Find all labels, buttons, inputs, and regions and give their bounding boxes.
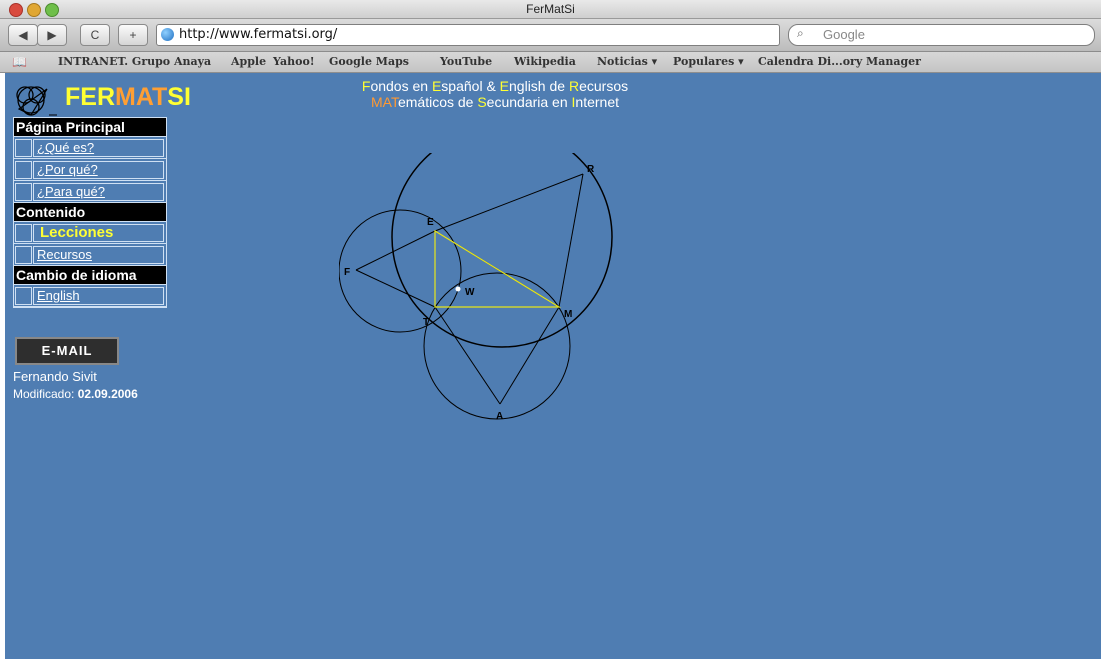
label-W: W [465,287,475,298]
headline-segment: E [431,78,442,94]
menu-link-para-que[interactable]: ¿Para qué? [33,183,164,201]
headline-segment: ecundaria en [486,94,572,110]
headline-segment: ecursos [579,78,629,94]
menu-row: ¿Por qué? [14,159,166,181]
headline-segment: ondos en [370,78,432,94]
logo-part-mat: MAT [115,83,168,111]
segment-MA [499,306,560,405]
menu-bullet [15,161,32,179]
circle-tma [423,272,571,420]
add-bookmark-button[interactable]: + [118,24,148,46]
bookmark-google-maps[interactable]: Google Maps [329,55,409,68]
back-button[interactable]: ◀ [8,24,38,46]
menu-row: ¿Qué es? [14,137,166,159]
label-E: E [427,217,434,228]
headline-segment: nternet [575,94,619,110]
email-button[interactable]: E-MAIL [15,337,119,365]
headline-segment: nglish de [509,78,569,94]
url-text: http://www.fermatsi.org/ [179,27,338,42]
label-F: F [344,267,350,278]
menu-heading-idioma: Cambio de idioma [14,266,166,285]
logo-icon [16,86,57,116]
search-icon: ⌕ [797,26,804,40]
menu-link-recursos[interactable]: Recursos [33,246,164,264]
modified-date: Modificado: 02.09.2006 [13,387,138,401]
headline-line-1: Fondos en Español & English de Recursos [305,78,685,94]
site-logo[interactable]: FERMATSI [65,83,191,112]
globe-icon [161,28,174,41]
geometry-figure: R E F W T M A [339,153,613,422]
search-input[interactable]: ⌕ Google [788,24,1095,46]
menu-link-english[interactable]: English [33,287,164,305]
headline-segment: emáticos de [397,94,478,110]
headline-segment: MAT [370,94,398,110]
main-menu: Página Principal ¿Qué es? ¿Por qué? ¿Par… [13,117,167,308]
headline-segment: S [477,94,487,110]
book-icon[interactable]: 📖 [12,55,27,69]
menu-bullet [15,246,32,264]
bookmark-intranet[interactable]: INTRANET. Grupo Anaya [58,55,211,68]
bookmarks-bar: 📖 INTRANET. Grupo Anaya Apple Yahoo! Goo… [0,52,1101,73]
segment-FT [355,269,436,308]
segment-TA [434,306,501,405]
address-bar[interactable]: http://www.fermatsi.org/ [156,24,780,46]
segment-ER [434,173,584,232]
author-name: Fernando Sivit [13,369,97,384]
window-titlebar: FerMatSi [0,0,1101,19]
menu-bullet [15,139,32,157]
label-T: T [423,317,429,328]
label-R: R [587,164,595,175]
page-content: FERMATSI Fondos en Español & English de … [5,73,1101,659]
forward-arrow-icon: ▶ [47,28,57,42]
logo-part-si: SI [167,83,191,111]
label-M: M [564,309,572,320]
menu-link-que-es[interactable]: ¿Qué es? [33,139,164,157]
bookmark-populares[interactable]: Populares ▾ [673,55,744,68]
back-arrow-icon: ◀ [18,28,28,42]
menu-bullet [15,287,32,305]
browser-toolbar: ◀ ▶ C + http://www.fermatsi.org/ ⌕ Googl… [0,19,1101,52]
modified-label: Modificado: [13,387,78,401]
menu-heading-contenido: Contenido [14,203,166,222]
menu-row: Recursos [14,244,166,266]
forward-button[interactable]: ▶ [37,24,67,46]
bookmark-noticias[interactable]: Noticias ▾ [597,55,657,68]
menu-link-por-que[interactable]: ¿Por qué? [33,161,164,179]
headline-segment: E [499,78,510,94]
site-headline: Fondos en Español & English de Recursos … [305,78,685,110]
headline-segment: spañol & [441,78,500,94]
search-placeholder: Google [823,27,865,42]
bookmark-wikipedia[interactable]: Wikipedia [514,55,576,68]
logo-part-fer: FER [65,83,115,111]
menu-row: English [14,285,166,307]
menu-row: ¿Para qué? [14,181,166,203]
headline-segment: R [568,78,580,94]
menu-bullet [15,224,32,242]
triangle-etm [434,229,562,308]
segment-RM [558,173,584,308]
headline-line-2: MATemáticos de Secundaria en Internet [305,94,685,110]
menu-row: Lecciones [14,222,166,244]
window-title: FerMatSi [526,2,575,16]
bookmark-youtube[interactable]: YouTube [440,55,492,68]
modified-value: 02.09.2006 [77,387,138,401]
menu-heading-principal[interactable]: Página Principal [14,118,166,137]
bookmark-calendra[interactable]: Calendra Di...ory Manager [758,55,921,68]
bookmark-yahoo[interactable]: Yahoo! [273,55,315,68]
label-A: A [496,411,503,422]
bookmark-apple[interactable]: Apple [231,55,266,68]
reload-button[interactable]: C [80,24,110,46]
menu-bullet [15,183,32,201]
point-w [455,286,461,292]
menu-link-lecciones[interactable]: Lecciones [33,224,164,242]
